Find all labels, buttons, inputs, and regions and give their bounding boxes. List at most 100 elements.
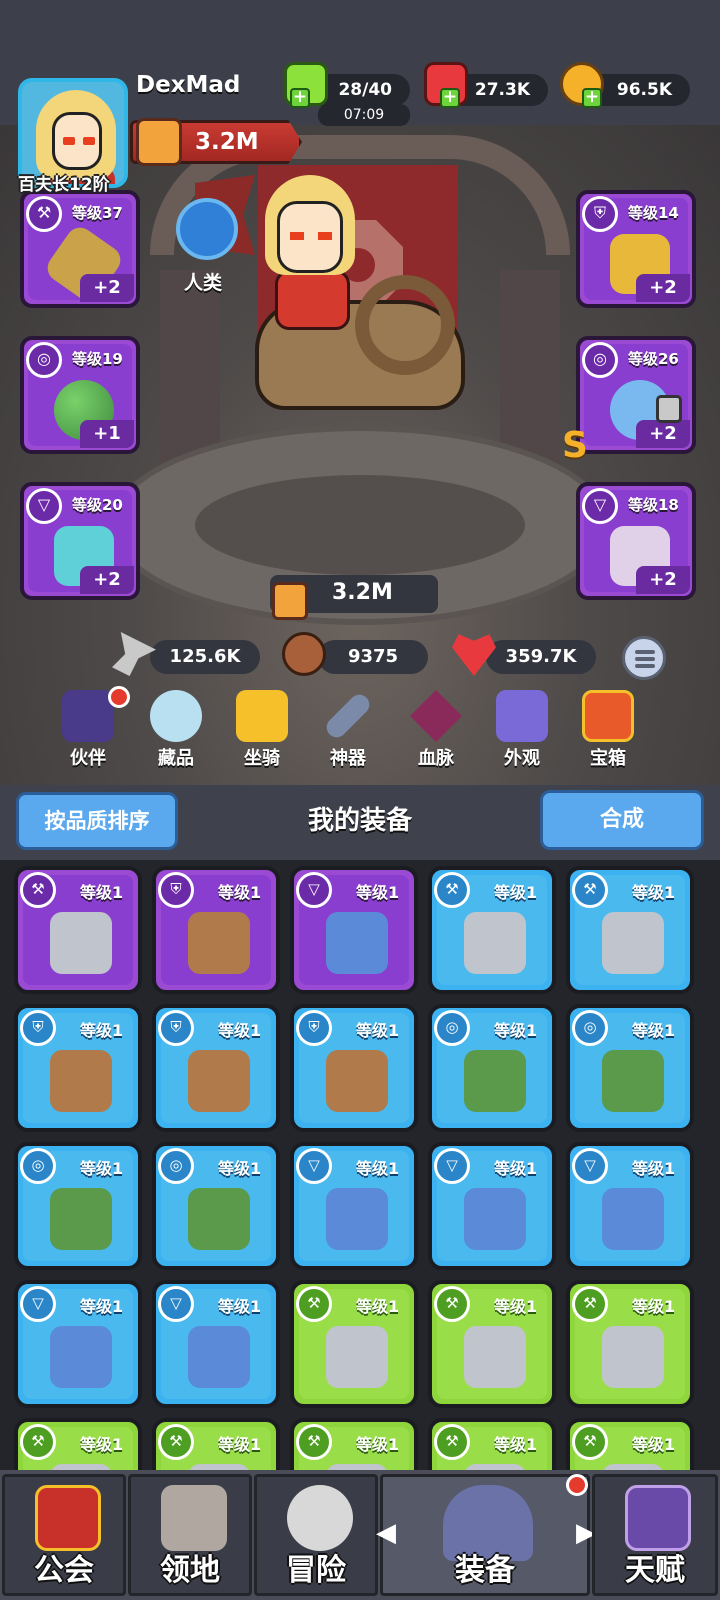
s-grade-badge: S bbox=[562, 425, 588, 466]
sort-by-quality-button[interactable]: 按品质排序 bbox=[16, 792, 178, 850]
feature-collection[interactable]: 藏品 bbox=[136, 690, 216, 770]
nav-territory[interactable]: 领地 bbox=[128, 1474, 252, 1596]
feature-chest[interactable]: 宝箱 bbox=[568, 690, 648, 770]
armor-type-icon: ⛨ bbox=[582, 196, 618, 232]
equip-slot-ring[interactable]: ◎ 等级19 +1 bbox=[20, 336, 140, 454]
inventory-item[interactable]: ⚒ 等级1 bbox=[14, 866, 142, 994]
energy-add-icon[interactable]: + bbox=[290, 88, 310, 108]
mount-horn bbox=[355, 275, 455, 375]
armor-icon bbox=[188, 912, 250, 974]
inventory-item[interactable]: ⚒ 等级1 bbox=[566, 866, 694, 994]
artifact-icon bbox=[322, 690, 374, 742]
weapon-type-icon: ⚒ bbox=[434, 1286, 470, 1322]
gold-add-icon[interactable]: + bbox=[582, 88, 602, 108]
inventory-item[interactable]: ⚒ 等级1 bbox=[428, 866, 556, 994]
inventory-item[interactable]: ⚒ 等级1 bbox=[566, 1280, 694, 1408]
weapon-icon bbox=[602, 1326, 664, 1388]
weapon-icon bbox=[464, 912, 526, 974]
race-human-icon[interactable] bbox=[176, 198, 238, 260]
my-equipment-title: 我的装备 bbox=[307, 806, 412, 836]
equip-slot-necklace[interactable]: ▽ 等级20 +2 bbox=[20, 482, 140, 600]
shield-icon bbox=[282, 632, 326, 676]
necklace-icon bbox=[326, 1188, 388, 1250]
feature-mount[interactable]: 坐骑 bbox=[222, 690, 302, 770]
inventory-item[interactable]: ◎ 等级1 bbox=[152, 1142, 280, 1270]
gem-add-icon[interactable]: + bbox=[440, 88, 460, 108]
necklace-icon bbox=[602, 1188, 664, 1250]
adventure-icon bbox=[287, 1485, 353, 1551]
nav-talent[interactable]: 天赋 bbox=[592, 1474, 718, 1596]
inventory-item[interactable]: ▽ 等级1 bbox=[566, 1142, 694, 1270]
inventory-item[interactable]: ⚒ 等级1 bbox=[290, 1280, 418, 1408]
armor-type-icon: ⛨ bbox=[296, 1010, 332, 1046]
weapon-type-icon: ⚒ bbox=[20, 1424, 56, 1460]
weapon-type-icon: ⚒ bbox=[296, 1424, 332, 1460]
necklace-type-icon: ▽ bbox=[296, 1148, 332, 1184]
inventory-item[interactable]: ▽ 等级1 bbox=[428, 1142, 556, 1270]
armor-type-icon: ⛨ bbox=[20, 1010, 56, 1046]
inventory-grid: ⚒ 等级1 ⛨ 等级1 ▽ 等级1 ⚒ 等级1 ⚒ 等级1 ⛨ 等级1 ⛨ 等级1 ⛨ 等级1 ◎ 等级1 ◎ 等级1… bbox=[0, 860, 720, 1546]
weapon-type-icon: ⚒ bbox=[20, 872, 56, 908]
weapon-type-icon: ⚒ bbox=[572, 1424, 608, 1460]
feature-bloodline[interactable]: 血脉 bbox=[396, 690, 476, 770]
feature-artifact[interactable]: 神器 bbox=[308, 690, 388, 770]
inventory-item[interactable]: ▽ 等级1 bbox=[152, 1280, 280, 1408]
ring-icon bbox=[188, 1188, 250, 1250]
collection-icon bbox=[150, 690, 202, 742]
ring-type-icon: ◎ bbox=[158, 1148, 194, 1184]
necklace-type-icon: ▽ bbox=[296, 872, 332, 908]
nav-guild[interactable]: 公会 bbox=[2, 1474, 126, 1596]
inventory-item[interactable]: ⛨ 等级1 bbox=[290, 1004, 418, 1132]
inventory-item[interactable]: ▽ 等级1 bbox=[290, 866, 418, 994]
equip-slot-necklace-right[interactable]: ▽ 等级18 +2 bbox=[576, 482, 696, 600]
merge-button[interactable]: 合成 bbox=[540, 790, 704, 850]
ring-type-icon: ◎ bbox=[26, 342, 62, 378]
nav-equipment[interactable]: 装备 bbox=[380, 1474, 590, 1596]
weapon-icon bbox=[602, 912, 664, 974]
player-name: DexMad bbox=[136, 72, 241, 98]
stats-detail-list-icon[interactable] bbox=[622, 636, 666, 680]
inventory-item[interactable]: ◎ 等级1 bbox=[14, 1142, 142, 1270]
inventory-item[interactable]: ◎ 等级1 bbox=[428, 1004, 556, 1132]
inventory-item[interactable]: ▽ 等级1 bbox=[14, 1280, 142, 1408]
armor-icon bbox=[50, 1050, 112, 1112]
weapon-type-icon: ⚒ bbox=[572, 1286, 608, 1322]
inventory-item[interactable]: ▽ 等级1 bbox=[290, 1142, 418, 1270]
weapon-type-icon: ⚒ bbox=[434, 872, 470, 908]
territory-icon bbox=[161, 1485, 227, 1551]
inventory-item[interactable]: ⛨ 等级1 bbox=[14, 1004, 142, 1132]
race-label: 人类 bbox=[184, 272, 223, 294]
inventory-item[interactable]: ⚒ 等级1 bbox=[428, 1280, 556, 1408]
inventory-item[interactable]: ◎ 等级1 bbox=[566, 1004, 694, 1132]
bloodline-icon bbox=[410, 690, 462, 742]
power-value: 3.2M bbox=[195, 129, 259, 155]
necklace-type-icon: ▽ bbox=[26, 488, 62, 524]
hero-on-mount[interactable] bbox=[195, 175, 465, 445]
weapon-type-icon: ⚒ bbox=[158, 1424, 194, 1460]
ring-type-icon: ◎ bbox=[572, 1010, 608, 1046]
partner-icon bbox=[62, 690, 114, 742]
inventory-item[interactable]: ⛨ 等级1 bbox=[152, 866, 280, 994]
necklace-type-icon: ▽ bbox=[572, 1148, 608, 1184]
chevron-left-icon: ◀ bbox=[376, 1518, 396, 1548]
inventory-item[interactable]: ⛨ 等级1 bbox=[152, 1004, 280, 1132]
hero-armor bbox=[275, 270, 350, 330]
equip-slot-armor[interactable]: ⛨ 等级14 +2 bbox=[576, 190, 696, 308]
nav-adventure[interactable]: 冒险 bbox=[254, 1474, 378, 1596]
armor-icon bbox=[326, 1050, 388, 1112]
feature-appearance[interactable]: 外观 bbox=[482, 690, 562, 770]
mount-icon bbox=[236, 690, 288, 742]
necklace-type-icon: ▽ bbox=[158, 1286, 194, 1322]
armor-type-icon: ⛨ bbox=[158, 872, 194, 908]
weapon-type-icon: ⚒ bbox=[26, 196, 62, 232]
partner-notification-dot bbox=[108, 686, 130, 708]
rank-label: 百夫长12阶 bbox=[18, 175, 110, 195]
equipment-notification-dot bbox=[566, 1474, 588, 1496]
necklace-icon bbox=[464, 1188, 526, 1250]
necklace-type-icon: ▽ bbox=[434, 1148, 470, 1184]
ring-icon bbox=[50, 1188, 112, 1250]
hp-stat: 359.7K bbox=[486, 640, 596, 674]
ring-type-icon: ◎ bbox=[20, 1148, 56, 1184]
weapon-icon bbox=[50, 912, 112, 974]
equip-slot-weapon[interactable]: ⚒ 等级37 +2 bbox=[20, 190, 140, 308]
